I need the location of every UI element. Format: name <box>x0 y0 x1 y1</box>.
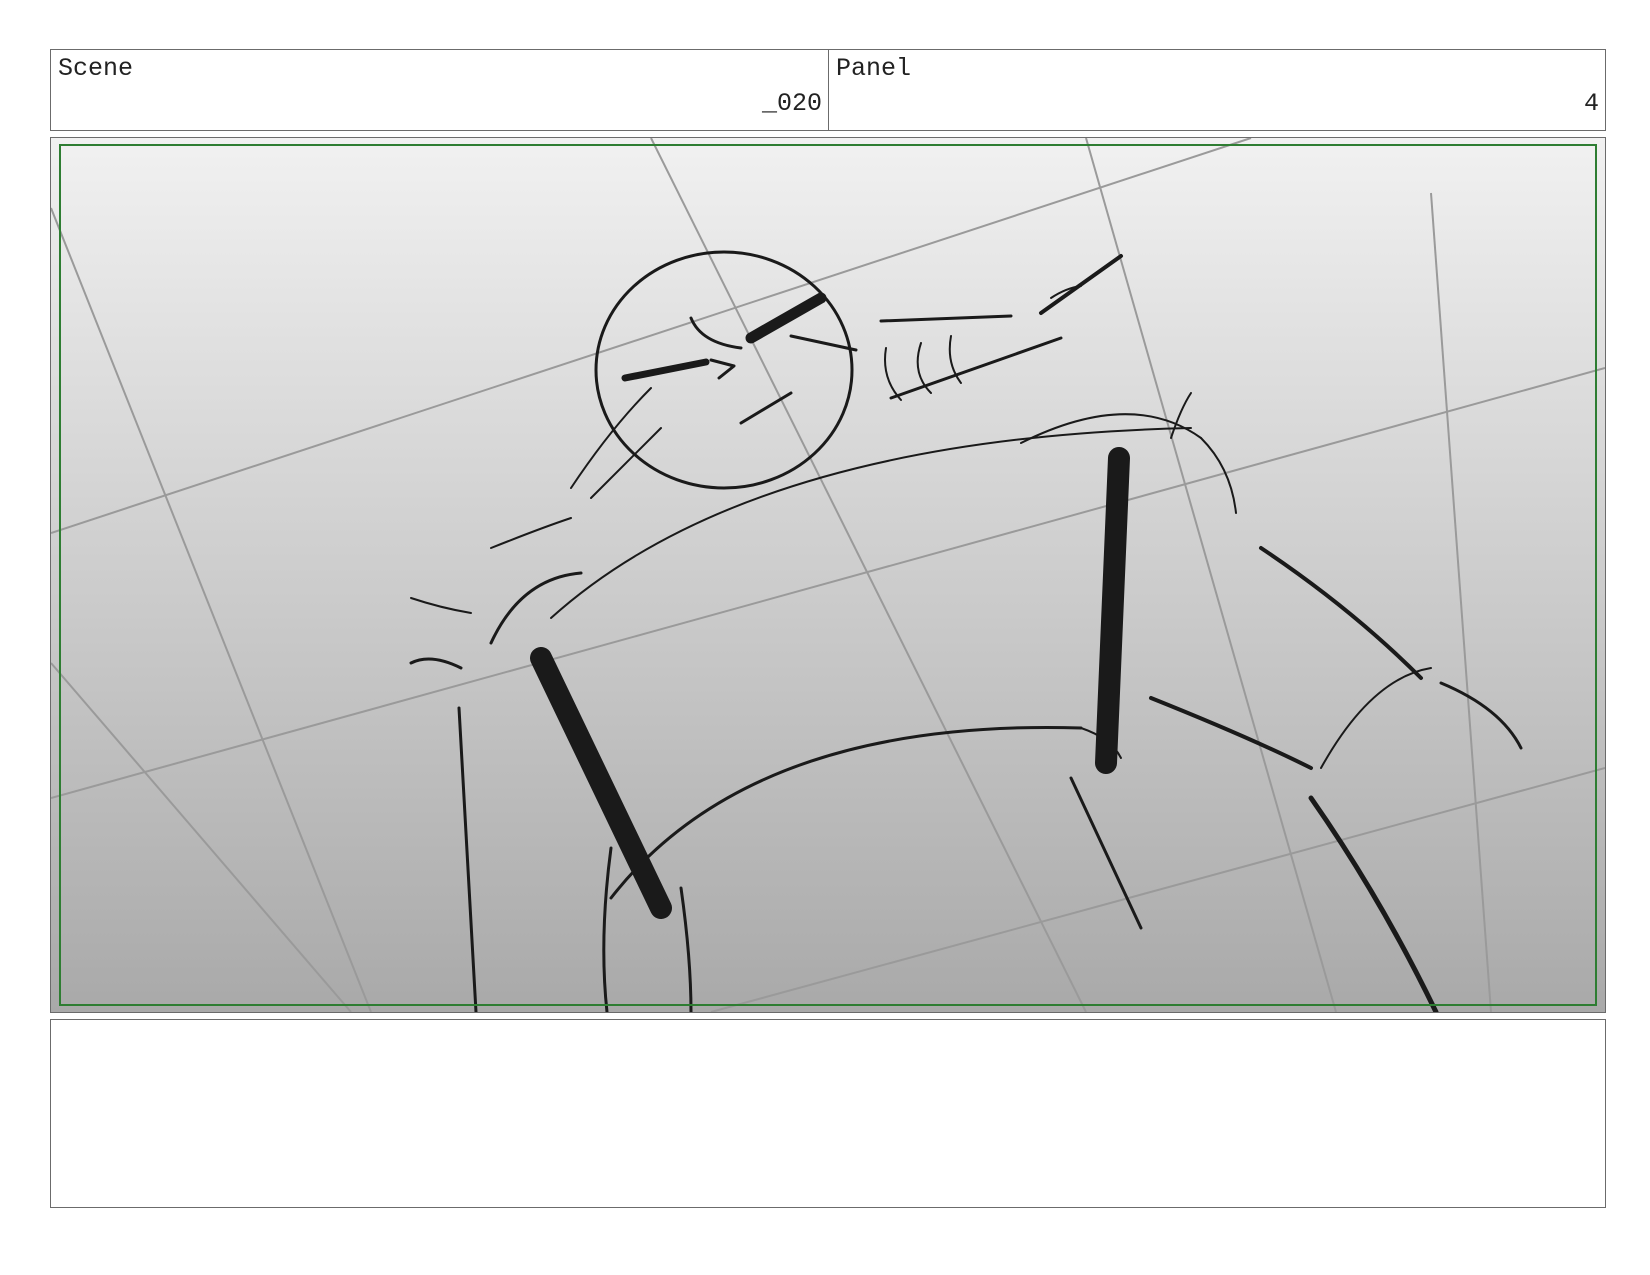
panel-number: 4 <box>1583 89 1599 118</box>
panel-label: Panel <box>836 54 912 83</box>
panel-header: Scene _020 Panel 4 <box>50 49 1606 131</box>
scene-number: _020 <box>761 89 822 118</box>
scene-cell: Scene _020 <box>51 50 829 130</box>
notes-box <box>50 1019 1606 1208</box>
storyboard-sketch-image <box>51 138 1605 1012</box>
panel-cell: Panel 4 <box>829 50 1605 130</box>
scene-label: Scene <box>58 54 134 83</box>
frame-background <box>51 138 1605 1012</box>
storyboard-frame <box>50 137 1606 1013</box>
